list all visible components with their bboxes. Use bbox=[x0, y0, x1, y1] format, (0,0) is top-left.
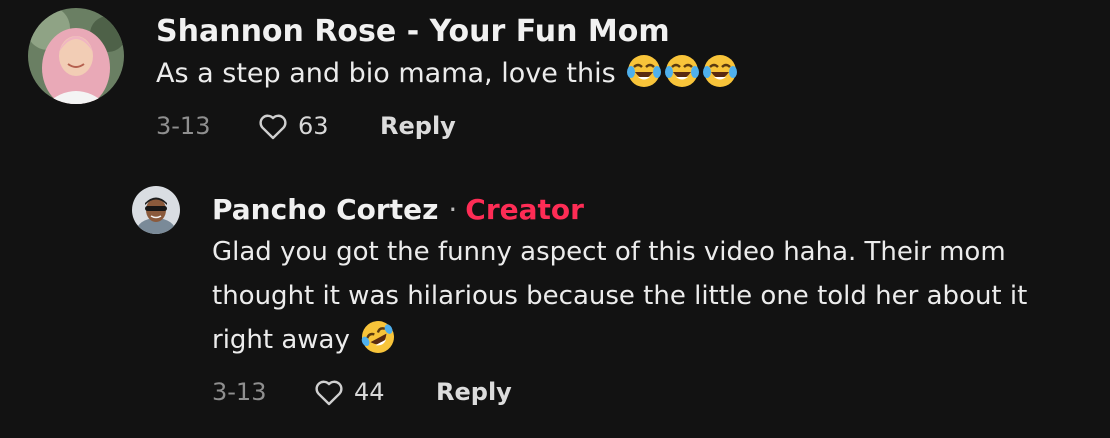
like-button[interactable]: 63 bbox=[256, 109, 380, 143]
like-button[interactable]: 44 bbox=[312, 375, 436, 409]
comment-body: Shannon Rose - Your Fun Mom As a step an… bbox=[156, 14, 1076, 148]
avatar-image bbox=[28, 8, 124, 104]
heart-icon[interactable] bbox=[256, 109, 290, 143]
avatar[interactable] bbox=[132, 186, 180, 234]
avatar-image bbox=[132, 186, 180, 234]
like-count: 44 bbox=[354, 378, 385, 406]
comment-meta: 3-13 63 Reply bbox=[156, 104, 1076, 148]
avatar[interactable] bbox=[28, 8, 124, 104]
heart-icon[interactable] bbox=[312, 375, 346, 409]
tears-of-joy-emoji bbox=[702, 53, 738, 89]
separator-dot: · bbox=[448, 193, 458, 226]
comment-date: 3-13 bbox=[212, 378, 267, 406]
comment-text: Glad you got the funny aspect of this vi… bbox=[212, 230, 1082, 362]
comment-text-content: Glad you got the funny aspect of this vi… bbox=[212, 237, 1028, 355]
reply-button[interactable]: Reply bbox=[436, 378, 512, 406]
like-count: 63 bbox=[298, 112, 329, 140]
reply-button[interactable]: Reply bbox=[380, 112, 456, 140]
comment-meta: 3-13 44 Reply bbox=[212, 370, 1092, 414]
creator-badge: Creator bbox=[465, 193, 584, 226]
comment-author[interactable]: Pancho Cortez · Creator bbox=[212, 192, 1092, 228]
comment-author[interactable]: Shannon Rose - Your Fun Mom bbox=[156, 14, 1076, 50]
tears-of-joy-emoji bbox=[664, 53, 700, 89]
author-name[interactable]: Pancho Cortez bbox=[212, 193, 438, 226]
rolling-on-floor-laughing-emoji bbox=[360, 319, 396, 355]
author-name[interactable]: Shannon Rose - Your Fun Mom bbox=[156, 14, 670, 49]
comment-text-content: As a step and bio mama, love this bbox=[156, 58, 616, 89]
comment-body: Pancho Cortez · Creator Glad you got the f… bbox=[212, 192, 1092, 414]
comment-date: 3-13 bbox=[156, 112, 211, 140]
tears-of-joy-emoji bbox=[626, 53, 662, 89]
comment-text: As a step and bio mama, love this bbox=[156, 52, 1076, 96]
